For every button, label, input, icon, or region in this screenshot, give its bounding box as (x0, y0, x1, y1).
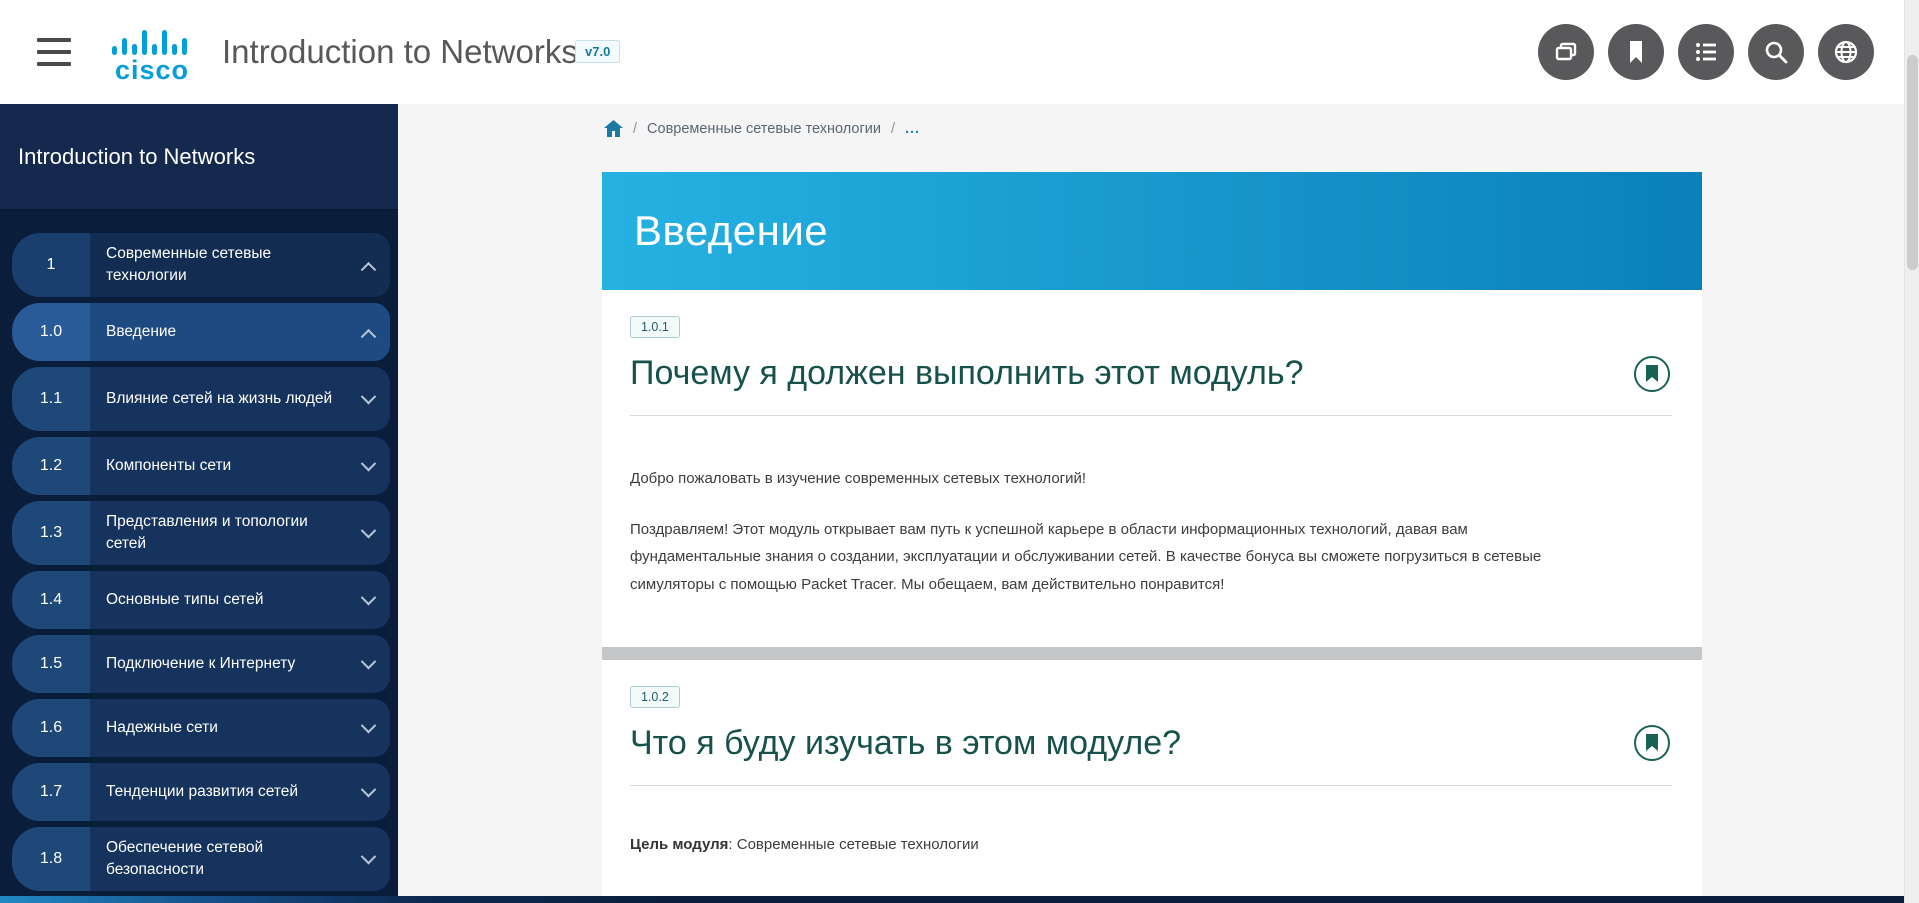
bookmark-section-button[interactable] (1634, 725, 1670, 761)
chevron-down-icon[interactable] (361, 781, 377, 797)
header-toolbar (1538, 24, 1874, 80)
section-1-0-2: 1.0.2 Что я буду изучать в этом модуле? … (602, 660, 1702, 853)
chevron-down-icon[interactable] (361, 388, 377, 404)
section-paragraph: Добро пожаловать в изучение современных … (630, 466, 1590, 492)
item-number: 1.4 (12, 571, 90, 629)
lesson-banner: Введение (602, 172, 1702, 290)
scrollbar-thumb[interactable] (1907, 55, 1918, 270)
cisco-logo[interactable]: cisco (106, 28, 198, 84)
home-icon[interactable] (604, 120, 623, 137)
chevron-down-icon[interactable] (361, 717, 377, 733)
title-divider (630, 785, 1672, 786)
section-title: Почему я должен выполнить этот модуль? (630, 354, 1303, 393)
sidebar-item-1-6[interactable]: 1.6 Надежные сети (12, 699, 390, 757)
bookmark-icon (1621, 37, 1651, 67)
item-label: Компоненты сети (106, 455, 231, 477)
sidebar-item-1-2[interactable]: 1.2 Компоненты сети (12, 437, 390, 495)
chevron-down-icon[interactable] (361, 522, 377, 538)
sidebar-item-1-7[interactable]: 1.7 Тенденции развития сетей (12, 763, 390, 821)
breadcrumb: / Современные сетевые технологии / ... (604, 120, 920, 137)
module-goal-label: Цель модуля (630, 836, 728, 853)
item-number: 1.7 (12, 763, 90, 821)
cisco-logo-text: cisco (106, 57, 198, 84)
lesson-banner-title: Введение (634, 207, 828, 255)
bookmark-section-button[interactable] (1634, 356, 1670, 392)
windows-icon (1551, 37, 1581, 67)
version-badge: v7.0 (575, 40, 620, 63)
module-nav: 1 Современные сетевые технологии 1.0 Вве… (0, 211, 398, 891)
breadcrumb-separator: / (891, 121, 895, 137)
sidebar-header: Introduction to Networks (0, 104, 398, 211)
cisco-bridge-icon (110, 28, 194, 56)
item-label: Основные типы сетей (106, 589, 264, 611)
item-number: 1.5 (12, 635, 90, 693)
section-paragraph: Поздравляем! Этот модуль открывает вам п… (630, 516, 1560, 599)
sidebar-item-1-8[interactable]: 1.8 Обеспечение сетевой безопасности (12, 827, 390, 891)
item-label: Подключение к Интернету (106, 653, 295, 675)
sidebar-course-title: Introduction to Networks (18, 144, 255, 170)
breadcrumb-separator: / (633, 121, 637, 137)
section-divider-bar (602, 647, 1702, 660)
module-goal: Цель модуля: Современные сетевые техноло… (630, 836, 1672, 853)
bookmark-icon (1645, 365, 1659, 383)
vertical-scrollbar[interactable] (1904, 0, 1919, 903)
item-label: Современные сетевые технологии (106, 243, 336, 288)
item-number: 1.2 (12, 437, 90, 495)
menu-icon[interactable] (37, 38, 73, 66)
search-icon (1761, 37, 1791, 67)
content-area: / Современные сетевые технологии / ... В… (398, 104, 1919, 903)
bookmarks-button[interactable] (1608, 24, 1664, 80)
globe-icon (1831, 37, 1861, 67)
module-goal-text: : Современные сетевые технологии (728, 836, 978, 853)
item-number: 1.1 (12, 367, 90, 431)
breadcrumb-ellipsis[interactable]: ... (905, 121, 920, 137)
course-sidebar: Introduction to Networks 1 Современные с… (0, 104, 398, 903)
sidebar-item-1-1[interactable]: 1.1 Влияние сетей на жизнь людей (12, 367, 390, 431)
section-number-badge: 1.0.2 (630, 686, 680, 708)
item-label: Представления и топологии сетей (106, 511, 336, 556)
item-number: 1.6 (12, 699, 90, 757)
toc-button[interactable] (1678, 24, 1734, 80)
windows-button[interactable] (1538, 24, 1594, 80)
item-label: Надежные сети (106, 717, 218, 739)
chevron-down-icon[interactable] (361, 653, 377, 669)
course-title: Introduction to Networks (222, 33, 578, 71)
item-number: 1.0 (12, 303, 90, 361)
section-number-badge: 1.0.1 (630, 316, 680, 338)
section-1-0-1: 1.0.1 Почему я должен выполнить этот мод… (602, 290, 1702, 599)
item-label: Введение (106, 321, 176, 343)
item-number: 1 (12, 233, 90, 297)
sidebar-item-1-0[interactable]: 1.0 Введение (12, 303, 390, 361)
chevron-down-icon[interactable] (361, 455, 377, 471)
sidebar-item-1-5[interactable]: 1.5 Подключение к Интернету (12, 635, 390, 693)
search-button[interactable] (1748, 24, 1804, 80)
sidebar-item-1-3[interactable]: 1.3 Представления и топологии сетей (12, 501, 390, 565)
chevron-up-icon[interactable] (361, 328, 377, 344)
chevron-down-icon[interactable] (361, 589, 377, 605)
breadcrumb-module[interactable]: Современные сетевые технологии (647, 121, 881, 137)
bookmark-icon (1645, 734, 1659, 752)
item-label: Обеспечение сетевой безопасности (106, 837, 336, 882)
language-button[interactable] (1818, 24, 1874, 80)
title-divider (630, 415, 1672, 416)
section-title: Что я буду изучать в этом модуле? (630, 724, 1181, 763)
list-icon (1691, 37, 1721, 67)
item-number: 1.3 (12, 501, 90, 565)
app-header: cisco Introduction to Networks v7.0 (0, 0, 1919, 104)
sidebar-item-module-1[interactable]: 1 Современные сетевые технологии (12, 233, 390, 297)
bottom-bar (0, 896, 1919, 903)
item-label: Тенденции развития сетей (106, 781, 298, 803)
lesson-card: Введение 1.0.1 Почему я должен выполнить… (602, 172, 1702, 896)
chevron-down-icon[interactable] (361, 848, 377, 864)
item-label: Влияние сетей на жизнь людей (106, 388, 332, 410)
item-number: 1.8 (12, 827, 90, 891)
chevron-up-icon[interactable] (361, 261, 377, 277)
sidebar-item-1-4[interactable]: 1.4 Основные типы сетей (12, 571, 390, 629)
